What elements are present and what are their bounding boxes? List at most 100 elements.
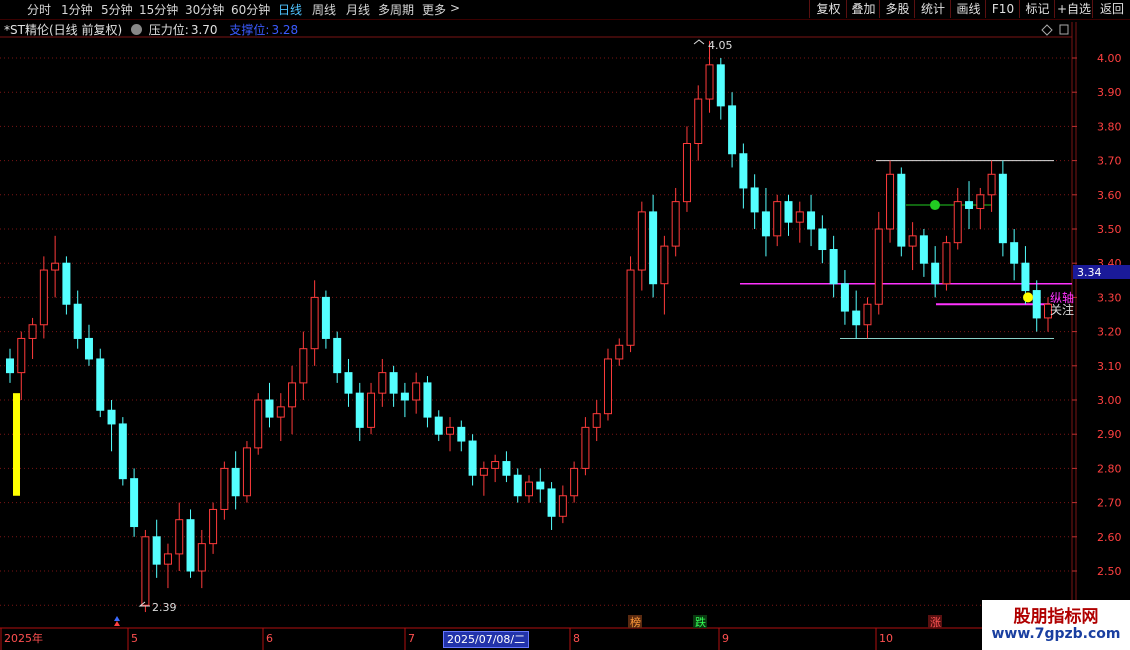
candle-body-down: [6, 358, 14, 374]
candle-body-up: [242, 447, 251, 497]
toolbar: 分时 1分钟 5分钟 15分钟 30分钟 60分钟 日线 周线 月线 多周期 更多 > 复权 叠加 多股 统计…: [0, 0, 1130, 20]
toolbar-button-8[interactable]: 返回: [1092, 0, 1130, 18]
candle-body-up: [479, 467, 488, 476]
yellow-signal-dot: [1023, 292, 1033, 303]
candle-body-up: [603, 358, 612, 415]
support-label: 支撑位:: [229, 23, 270, 37]
more-chevron-icon[interactable]: >: [450, 1, 460, 15]
candle-body-up: [491, 461, 500, 469]
candle-body-up: [953, 201, 962, 244]
toolbar-button-6[interactable]: 标记: [1019, 0, 1055, 18]
candle-body-up: [795, 211, 804, 223]
event-marker-fall: 跌: [695, 615, 706, 629]
candle-body-up: [705, 64, 714, 100]
candle-body-up: [942, 242, 951, 285]
candle-body-down: [897, 173, 906, 247]
candle-body-up: [39, 269, 48, 326]
price-tick-label-0: 4.00: [1097, 52, 1122, 65]
pressure-label: 压力位:: [148, 23, 189, 37]
candle-body-up: [773, 201, 782, 237]
stock-title[interactable]: *ST精伦(日线 前复权): [4, 23, 122, 37]
kline-chart[interactable]: 4.003.903.803.703.603.503.403.303.203.10…: [0, 0, 1130, 650]
candle-body-down: [1010, 242, 1019, 264]
candle-body-up: [682, 143, 691, 203]
toolbar-button-7[interactable]: +自选: [1054, 0, 1093, 18]
period-tab-9[interactable]: 多周期: [378, 1, 414, 18]
candle-body-up: [220, 467, 229, 510]
toolbar-button-0[interactable]: 复权: [809, 0, 847, 18]
candle-body-up: [525, 481, 533, 497]
candle-body-down: [1021, 262, 1030, 292]
stock-info-line: *ST精伦(日线 前复权) 压力位: 3.70 支撑位: 3.28: [4, 21, 300, 38]
candle-body-up: [197, 543, 206, 572]
candle-body-up: [908, 235, 917, 247]
price-tick-label-2: 3.80: [1097, 120, 1122, 133]
cursor-date-box: 2025/07/08/二: [443, 631, 530, 648]
candle-body-down: [321, 296, 330, 339]
candle-body-down: [186, 519, 195, 572]
price-tick-label-11: 2.90: [1097, 428, 1122, 441]
candle-body-down: [355, 392, 364, 428]
period-tab-0[interactable]: 分时: [27, 1, 51, 18]
settings-circle-icon[interactable]: [130, 24, 142, 35]
period-tab-5[interactable]: 60分钟: [231, 1, 270, 18]
price-tick-label-3: 3.70: [1097, 155, 1122, 168]
candle-body-up: [310, 296, 319, 350]
candle-body-up: [987, 173, 996, 196]
period-tab-7[interactable]: 周线: [312, 1, 336, 18]
candle-body-down: [434, 416, 443, 435]
candle-body-down: [400, 392, 409, 401]
period-tab-10[interactable]: 更多: [422, 1, 446, 18]
candle-body-up: [175, 519, 184, 555]
candle-body-up: [367, 392, 376, 428]
candle-body-down: [761, 211, 770, 237]
candle-body-up: [592, 413, 601, 428]
candle-body-up: [17, 337, 26, 374]
period-tab-4[interactable]: 30分钟: [185, 1, 224, 18]
candle-body-up: [51, 262, 60, 271]
candle-body-down: [536, 481, 545, 490]
candle-body-up: [660, 245, 669, 285]
candle-body-down: [344, 372, 353, 394]
candle-body-down: [739, 153, 748, 189]
text-guanzhu: 关注: [1050, 302, 1074, 317]
price-tick-label-15: 2.50: [1097, 565, 1122, 578]
candle-body-down: [107, 409, 116, 425]
time-axis-label-3: 7: [408, 632, 415, 645]
toolbar-button-3[interactable]: 统计: [914, 0, 951, 18]
candle-body-down: [931, 262, 940, 285]
toolbar-button-1[interactable]: 叠加: [846, 0, 880, 18]
toolbar-button-4[interactable]: 画线: [950, 0, 986, 18]
toolbar-button-5[interactable]: F10: [985, 0, 1020, 18]
candle-body-down: [130, 478, 139, 528]
candle-body-up: [886, 173, 895, 230]
watermark-url: www.7gpzb.com: [991, 626, 1121, 642]
candle-body-up: [558, 495, 567, 517]
candle-body-down: [998, 173, 1007, 244]
period-tab-1[interactable]: 1分钟: [61, 1, 93, 18]
time-axis-label-5: 9: [722, 632, 729, 645]
candle-body-up: [288, 382, 297, 408]
candle-body-down: [231, 467, 240, 497]
candle-body-down: [152, 536, 161, 565]
period-tab-6[interactable]: 日线: [278, 1, 302, 18]
candle-body-up: [863, 303, 872, 326]
price-tick-label-1: 3.90: [1097, 86, 1122, 99]
time-axis-label-2: 6: [266, 632, 273, 645]
candle-body-up: [276, 406, 285, 418]
candle-body-down: [502, 461, 511, 476]
period-tab-3[interactable]: 15分钟: [139, 1, 178, 18]
candle-body-down: [457, 426, 466, 442]
candle-body-down: [96, 358, 105, 411]
candle-body-down: [333, 337, 342, 374]
event-marker-bang: 榜: [630, 615, 641, 629]
candle-body-down: [919, 235, 928, 264]
period-tab-2[interactable]: 5分钟: [101, 1, 133, 18]
candle-body-up: [412, 382, 421, 401]
period-tab-8[interactable]: 月线: [346, 1, 370, 18]
candle-body-down: [649, 211, 658, 285]
toolbar-button-2[interactable]: 多股: [879, 0, 915, 18]
candle-body-up: [163, 553, 172, 565]
time-axis-label-6: 10: [879, 632, 893, 645]
candle-body-down: [829, 249, 838, 285]
